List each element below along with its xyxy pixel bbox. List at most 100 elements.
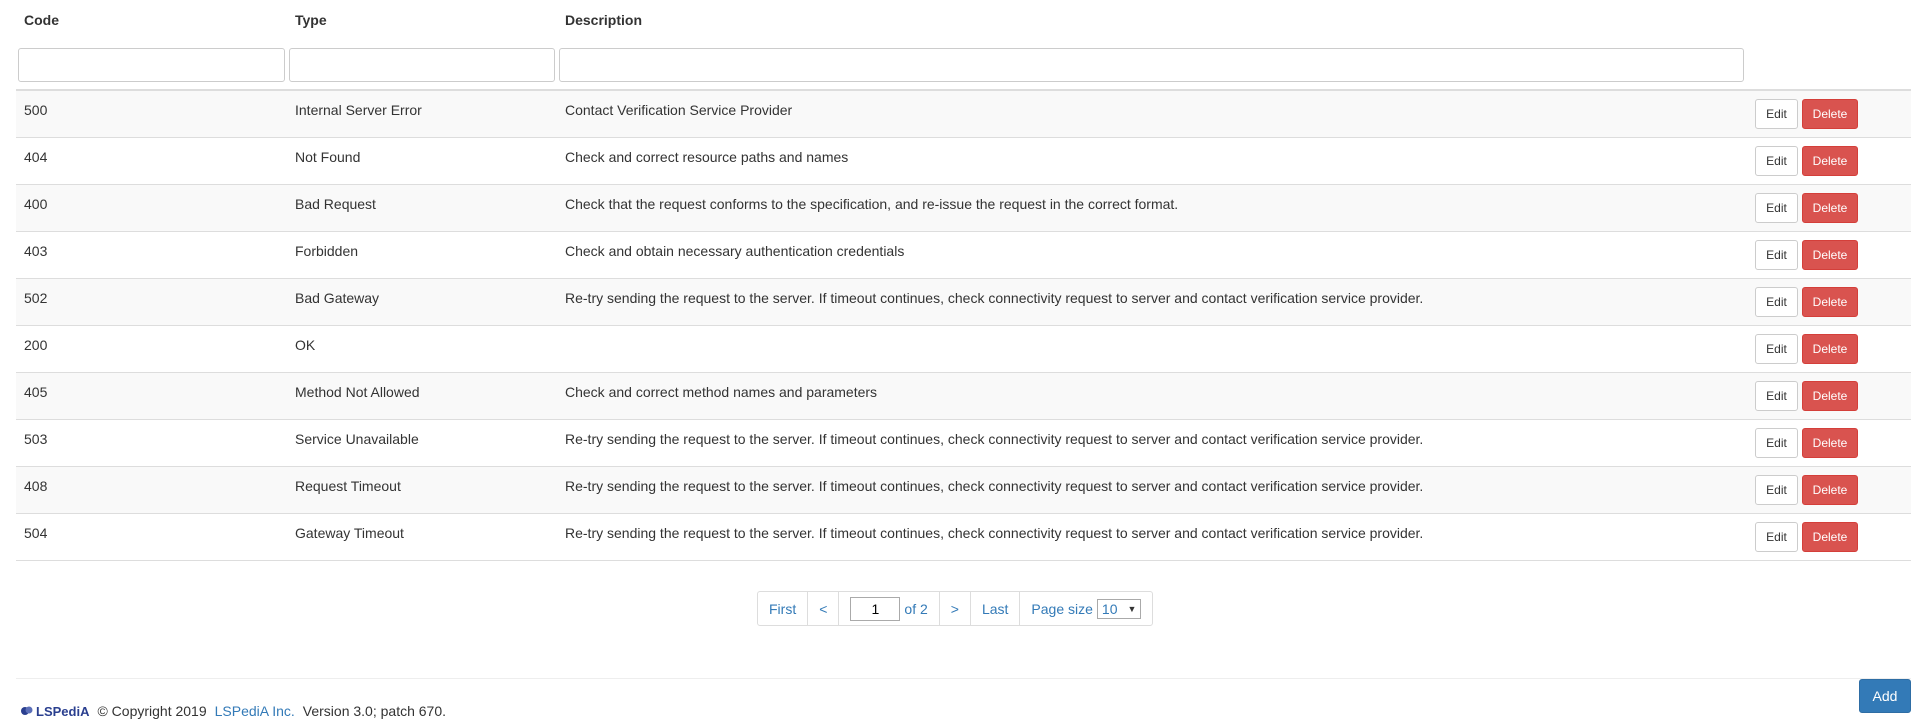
version-text: Version 3.0; patch 670.	[302, 703, 447, 719]
row-type: Gateway Timeout	[295, 525, 404, 541]
row-actions: Edit Delete	[1747, 373, 1911, 419]
table-row: 408 Request Timeout Re-try sending the req…	[16, 467, 1911, 514]
edit-button[interactable]: Edit	[1755, 287, 1798, 317]
edit-button[interactable]: Edit	[1755, 99, 1798, 129]
code-filter-input[interactable]	[18, 47, 285, 82]
row-description: Contact Verification Service Provider	[565, 102, 793, 118]
delete-button[interactable]: Delete	[1802, 428, 1858, 458]
page-number-group: of 2	[839, 592, 940, 625]
row-actions: Edit Delete	[1747, 467, 1911, 513]
table-row: 504 Gateway Timeout Re-try sending the req…	[16, 514, 1911, 561]
description-filter-input[interactable]	[559, 47, 1744, 82]
last-page-link[interactable]: Last	[971, 592, 1021, 625]
delete-button[interactable]: Delete	[1802, 193, 1858, 223]
company-logo: LSPediA	[20, 704, 89, 719]
row-type: OK	[295, 337, 316, 353]
table-row: 405 Method Not Allowed Check and correct m…	[16, 373, 1911, 420]
pagination: First < of 2 > Last Page size 10 ▼	[757, 591, 1154, 626]
edit-button[interactable]: Edit	[1755, 428, 1798, 458]
table-header: Code Type Description	[16, 0, 1911, 40]
row-code: 403	[24, 243, 48, 259]
table-row: 503 Service Unavailable Re-try sending the…	[16, 420, 1911, 467]
row-type: Request Timeout	[295, 478, 401, 494]
page-size-group: Page size 10 ▼	[1020, 592, 1152, 625]
header-type: Type	[295, 12, 327, 28]
company-link[interactable]: LSPediA Inc.	[215, 703, 295, 719]
row-code: 404	[24, 149, 48, 165]
footer-divider	[16, 678, 1911, 679]
type-filter-input[interactable]	[289, 47, 555, 82]
delete-button[interactable]: Delete	[1802, 522, 1858, 552]
error-codes-table: Code Type Description 500 Internal Server…	[16, 0, 1911, 561]
table-row: 502 Bad Gateway Re-try sending the request…	[16, 279, 1911, 326]
delete-button[interactable]: Delete	[1802, 334, 1858, 364]
row-code: 405	[24, 384, 48, 400]
row-type: Service Unavailable	[295, 431, 419, 447]
table-row: 500 Internal Server Error Contact Verifica…	[16, 91, 1911, 138]
page-total-label: of 2	[904, 600, 928, 617]
row-description: Check and correct resource paths and nam…	[565, 149, 849, 165]
row-type: Method Not Allowed	[295, 384, 420, 400]
row-actions: Edit Delete	[1747, 91, 1911, 137]
page-size-value: 10	[1101, 600, 1118, 617]
table-row: 403 Forbidden Check and obtain necessary a…	[16, 232, 1911, 279]
table-row: 400 Bad Request Check that the request con…	[16, 185, 1911, 232]
page-number-input[interactable]	[850, 596, 901, 621]
add-button[interactable]: Add	[1859, 679, 1911, 713]
delete-button[interactable]: Delete	[1802, 99, 1858, 129]
copyright-text: © Copyright 2019	[97, 703, 207, 719]
edit-button[interactable]: Edit	[1755, 475, 1798, 505]
delete-button[interactable]: Delete	[1802, 240, 1858, 270]
page: Code Type Description 500 Internal Server…	[0, 0, 1911, 727]
edit-button[interactable]: Edit	[1755, 240, 1798, 270]
row-type: Bad Request	[295, 196, 376, 212]
delete-button[interactable]: Delete	[1802, 381, 1858, 411]
footer: LSPediA © Copyright 2019 LSPediA Inc. Ve…	[20, 703, 446, 719]
next-page-link[interactable]: >	[940, 592, 971, 625]
header-description: Description	[565, 12, 643, 28]
logo-mark-icon	[21, 706, 33, 715]
row-actions: Edit Delete	[1747, 326, 1911, 372]
row-code: 200	[24, 337, 48, 353]
row-actions: Edit Delete	[1747, 185, 1911, 231]
row-description	[557, 326, 1747, 372]
edit-button[interactable]: Edit	[1755, 381, 1798, 411]
table-row: 200 OK Edit Delete	[16, 326, 1911, 373]
row-code: 500	[24, 102, 48, 118]
delete-button[interactable]: Delete	[1802, 287, 1858, 317]
row-code: 408	[24, 478, 48, 494]
page-size-label: Page size	[1031, 600, 1093, 617]
edit-button[interactable]: Edit	[1755, 522, 1798, 552]
row-code: 503	[24, 431, 48, 447]
edit-button[interactable]: Edit	[1755, 146, 1798, 176]
row-type: Bad Gateway	[295, 290, 380, 306]
table-body: 500 Internal Server Error Contact Verifica…	[16, 91, 1911, 561]
row-code: 504	[24, 525, 48, 541]
row-description: Re-try sending the request to the server…	[565, 525, 1424, 541]
row-description: Check and obtain necessary authenticatio…	[565, 243, 905, 259]
row-actions: Edit Delete	[1747, 279, 1911, 325]
edit-button[interactable]: Edit	[1755, 334, 1798, 364]
row-description: Check and correct method names and param…	[565, 384, 878, 400]
row-actions: Edit Delete	[1747, 514, 1911, 560]
caret-down-icon: ▼	[1127, 603, 1137, 614]
row-description: Re-try sending the request to the server…	[565, 290, 1424, 306]
delete-button[interactable]: Delete	[1802, 146, 1858, 176]
row-code: 400	[24, 196, 48, 212]
row-type: Not Found	[295, 149, 361, 165]
row-type: Internal Server Error	[295, 102, 422, 118]
filter-row	[16, 40, 1911, 91]
row-description: Check that the request conforms to the s…	[565, 196, 1179, 212]
logo-text: LSPediA	[36, 703, 90, 719]
row-description: Re-try sending the request to the server…	[565, 478, 1424, 494]
row-code: 502	[24, 290, 48, 306]
row-actions: Edit Delete	[1747, 420, 1911, 466]
prev-page-link[interactable]: <	[808, 592, 840, 625]
delete-button[interactable]: Delete	[1802, 475, 1858, 505]
row-description: Re-try sending the request to the server…	[565, 431, 1424, 447]
table-row: 404 Not Found Check and correct resource p…	[16, 138, 1911, 185]
first-page-link[interactable]: First	[758, 592, 809, 625]
row-actions: Edit Delete	[1747, 232, 1911, 278]
edit-button[interactable]: Edit	[1755, 193, 1798, 223]
page-size-select[interactable]: 10 ▼	[1096, 598, 1142, 619]
